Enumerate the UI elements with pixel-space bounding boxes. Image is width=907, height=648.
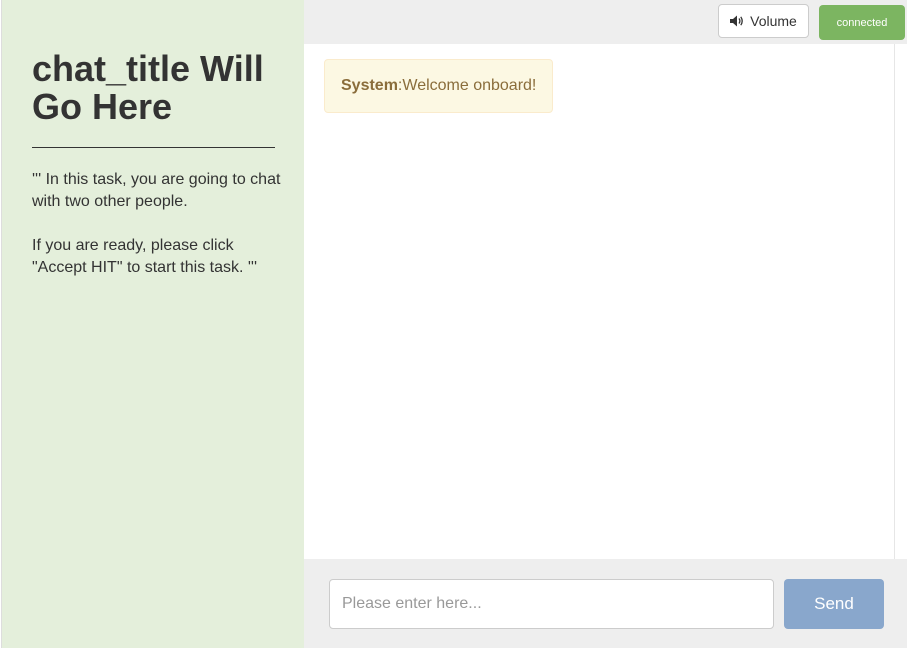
chat-scrollbar[interactable] <box>894 44 907 559</box>
top-bar: Volume connected <box>304 0 907 44</box>
volume-button-label: Volume <box>750 13 797 29</box>
system-message: System: Welcome onboard! <box>324 59 554 113</box>
send-button[interactable]: Send <box>784 579 884 629</box>
chat-message-area[interactable]: System: Welcome onboard! <box>304 44 896 559</box>
task-description: ''' In this task, you are going to chat … <box>32 169 282 301</box>
message-sender: System <box>341 77 398 94</box>
task-instruction-paragraph: If you are ready, please click "Accept H… <box>32 237 258 276</box>
connection-status-badge: connected <box>819 5 905 40</box>
task-instruction-paragraph: ''' In this task, you are going to chat … <box>32 171 281 210</box>
message-text: Welcome onboard! <box>402 77 537 94</box>
message-input[interactable] <box>329 579 774 629</box>
chat-app: chat_title Will Go Here ''' In this task… <box>0 0 907 648</box>
volume-button[interactable]: Volume <box>718 4 809 38</box>
message-composer: Send <box>304 559 907 648</box>
chat-title: chat_title Will Go Here <box>32 48 264 127</box>
task-info-panel: chat_title Will Go Here ''' In this task… <box>1 0 304 648</box>
title-divider <box>32 147 275 148</box>
speaker-icon <box>730 15 743 27</box>
